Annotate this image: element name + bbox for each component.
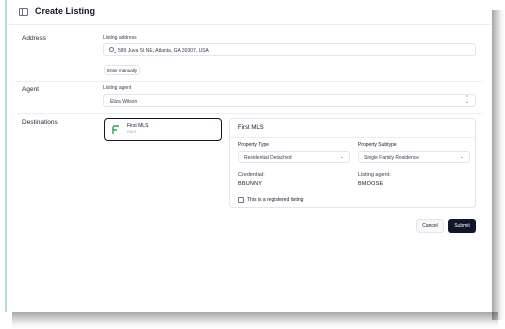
first-mls-card[interactable]: First MLS FMLS (104, 118, 222, 141)
credential-label: Credential: (238, 172, 265, 178)
listing-agent-mls-value: BMOOSE (358, 181, 384, 187)
up-down-chevron-icon: ⌃ ⌄ (464, 95, 469, 105)
listing-address-value: 589 Juva St NE, Atlanta, GA 30307, USA (118, 48, 209, 54)
window-shadow-bottom (12, 312, 498, 329)
property-subtype-label: Property Subtype (358, 142, 397, 148)
credential-value: BBUNNY (238, 181, 263, 187)
panel-divider (230, 137, 475, 138)
search-icon (109, 47, 114, 52)
listing-agent-select[interactable]: Eliza Wilson ⌃ ⌄ (103, 94, 476, 107)
page-title: Create Listing (35, 6, 96, 16)
registered-listing-checkbox[interactable] (238, 197, 244, 203)
section-divider (15, 113, 483, 114)
cancel-button[interactable]: Cancel (416, 219, 444, 233)
listing-agent-mls-label: Listing agent: (358, 172, 391, 178)
chevron-down-icon: ⌄ (459, 154, 464, 160)
header: Create Listing (7, 0, 492, 25)
listing-address-input[interactable]: 589 Juva St NE, Atlanta, GA 30307, USA (103, 43, 476, 56)
property-type-select[interactable]: Residential Detached ⌄ (238, 151, 350, 163)
address-section-label: Address (22, 35, 46, 42)
fmls-logo-icon (112, 125, 119, 134)
registered-listing-label: This is a registered listing (247, 197, 304, 203)
listing-agent-label: Listing agent (103, 85, 132, 91)
property-subtype-value: Single Family Residence (364, 155, 420, 161)
window-shadow-right (492, 10, 505, 320)
property-type-label: Property Type (238, 142, 270, 148)
agent-section-label: Agent (22, 86, 39, 93)
submit-button[interactable]: Submit (448, 219, 476, 233)
section-divider (15, 81, 483, 82)
listing-address-label: Listing address (103, 35, 137, 41)
sidebar-toggle-icon[interactable] (19, 8, 28, 16)
first-mls-panel: First MLS Property Type Residential Deta… (229, 118, 476, 208)
property-subtype-select[interactable]: Single Family Residence ⌄ (358, 151, 470, 163)
panel-title: First MLS (238, 125, 264, 131)
mls-card-code: FMLS (127, 130, 137, 134)
listing-agent-value: Eliza Wilson (110, 99, 138, 105)
enter-manually-button[interactable]: Enter manually (104, 65, 140, 75)
chevron-down-icon: ⌄ (339, 154, 344, 160)
destinations-section-label: Destinations (22, 119, 58, 126)
property-type-value: Residential Detached (244, 155, 292, 161)
mls-card-name: First MLS (127, 123, 149, 129)
create-listing-window: Create Listing Address Listing address 5… (5, 0, 492, 312)
